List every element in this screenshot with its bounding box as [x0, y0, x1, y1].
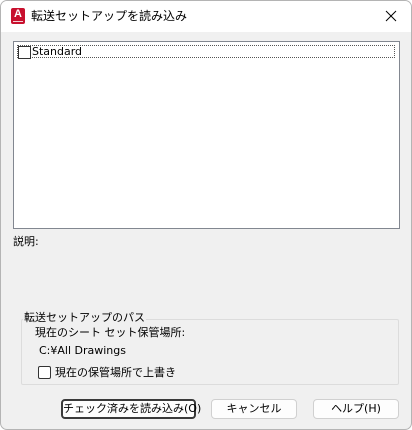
dialog-title: 転送セットアップを読み込み	[31, 9, 188, 23]
dialog-window: A 転送セットアップを読み込み Standard 説明: 転送セットアップのパス…	[0, 0, 412, 430]
load-checked-button[interactable]: チェック済みを読み込み(O)	[61, 399, 201, 419]
path-value: C:¥All Drawings	[39, 344, 126, 357]
description-label: 説明:	[13, 235, 39, 248]
help-button[interactable]: ヘルプ(H)	[313, 399, 399, 419]
list-item[interactable]: Standard	[17, 45, 395, 59]
close-icon	[385, 10, 397, 22]
setup-label: Standard	[32, 45, 83, 58]
setup-list[interactable]: Standard	[13, 41, 400, 229]
overwrite-label: 現在の保管場所で上書き	[55, 366, 176, 379]
title-bar: A 転送セットアップを読み込み	[1, 1, 411, 32]
setup-checkbox[interactable]	[18, 46, 31, 59]
cancel-button[interactable]: キャンセル	[211, 399, 297, 419]
location-label: 現在のシート セット保管場所:	[35, 326, 186, 339]
close-button[interactable]	[379, 5, 403, 27]
overwrite-checkbox[interactable]	[38, 366, 51, 379]
autocad-app-icon: A	[11, 8, 25, 24]
path-group-title: 転送セットアップのパス	[23, 311, 146, 325]
